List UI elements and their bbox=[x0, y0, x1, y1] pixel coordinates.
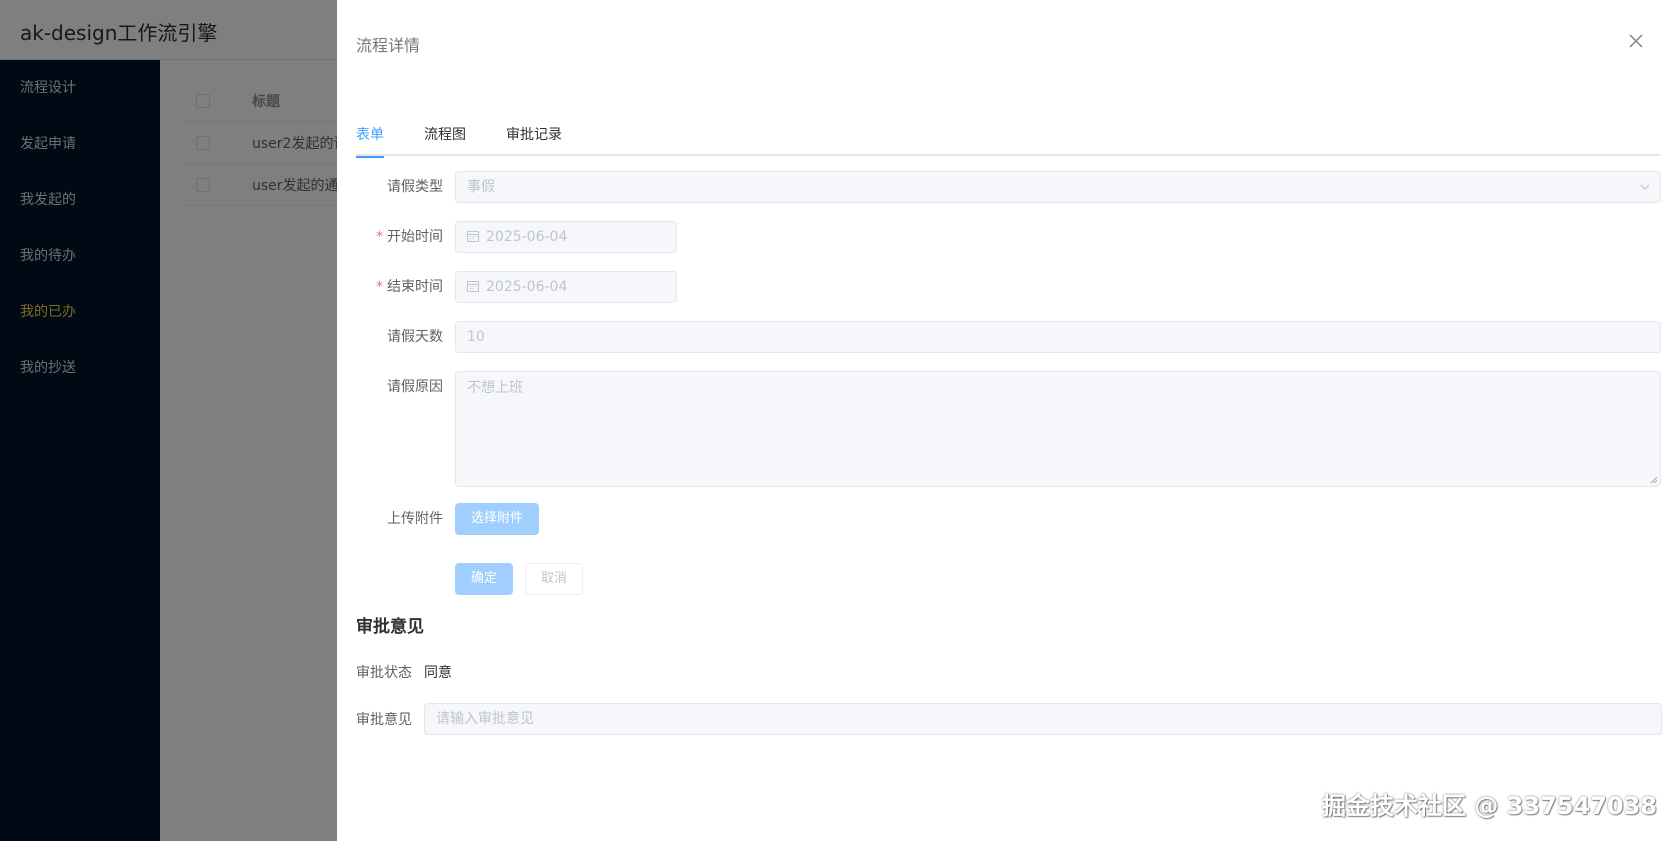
required-mark: * bbox=[376, 279, 383, 295]
leave-reason-label: 请假原因 bbox=[387, 379, 443, 395]
calendar-icon bbox=[467, 231, 479, 242]
select-attachment-button[interactable]: 选择附件 bbox=[455, 503, 540, 535]
resize-handle-icon[interactable] bbox=[1650, 476, 1658, 484]
leave-reason-textarea[interactable]: 不想上班 bbox=[455, 371, 1661, 487]
process-detail-drawer: 流程详情 表单 流程图 审批记录 请假类型 事假 * 开始时间 2025-06-0… bbox=[337, 0, 1679, 841]
approval-status-value: 同意 bbox=[424, 665, 452, 681]
start-time-picker[interactable]: 2025-06-04 bbox=[455, 221, 677, 253]
form-row-leave-type: 请假类型 事假 bbox=[356, 171, 1661, 203]
form-row-end-time: * 结束时间 2025-06-04 bbox=[356, 271, 677, 303]
approval-comment-label: 审批意见 bbox=[356, 712, 412, 728]
leave-type-label: 请假类型 bbox=[387, 179, 443, 195]
cancel-button[interactable]: 取消 bbox=[525, 563, 584, 595]
form-row-leave-reason: 请假原因 不想上班 bbox=[356, 371, 1661, 487]
watermark: 掘金技术社区 @ 337547038 bbox=[1321, 792, 1657, 820]
leave-type-select[interactable]: 事假 bbox=[455, 171, 1661, 203]
approval-section-title: 审批意见 bbox=[356, 617, 424, 637]
tab-form[interactable]: 表单 bbox=[356, 122, 404, 158]
end-time-value: 2025-06-04 bbox=[486, 279, 568, 295]
tab-flowchart[interactable]: 流程图 bbox=[404, 122, 486, 156]
required-mark: * bbox=[376, 229, 383, 245]
start-time-label: * 开始时间 bbox=[376, 229, 443, 245]
form-row-attachment: 上传附件 选择附件 bbox=[356, 503, 540, 535]
calendar-icon bbox=[467, 281, 479, 292]
drawer-title: 流程详情 bbox=[356, 36, 421, 55]
approval-comment-input[interactable]: 请输入审批意见 bbox=[424, 703, 1662, 735]
end-time-picker[interactable]: 2025-06-04 bbox=[455, 271, 677, 303]
tab-bar: 表单 流程图 审批记录 bbox=[356, 122, 1660, 158]
form-actions: 确定 取消 bbox=[356, 563, 584, 595]
leave-reason-value: 不想上班 bbox=[467, 380, 523, 396]
leave-type-value: 事假 bbox=[467, 179, 495, 195]
chevron-down-icon bbox=[1640, 184, 1650, 190]
approval-comment-row: 审批意见 请输入审批意见 bbox=[356, 703, 1662, 735]
attachment-label: 上传附件 bbox=[387, 511, 443, 527]
start-time-value: 2025-06-04 bbox=[486, 229, 568, 245]
approval-status-row: 审批状态 同意 bbox=[356, 661, 452, 683]
form-row-leave-days: 请假天数 10 bbox=[356, 321, 1661, 353]
tab-approval-records[interactable]: 审批记录 bbox=[486, 122, 582, 156]
approval-status-label: 审批状态 bbox=[356, 665, 412, 681]
form-row-start-time: * 开始时间 2025-06-04 bbox=[356, 221, 677, 253]
leave-days-label: 请假天数 bbox=[387, 329, 443, 345]
leave-days-input[interactable]: 10 bbox=[455, 321, 1661, 353]
confirm-button[interactable]: 确定 bbox=[455, 563, 514, 595]
close-icon[interactable] bbox=[1625, 30, 1647, 52]
end-time-label: * 结束时间 bbox=[376, 279, 443, 295]
